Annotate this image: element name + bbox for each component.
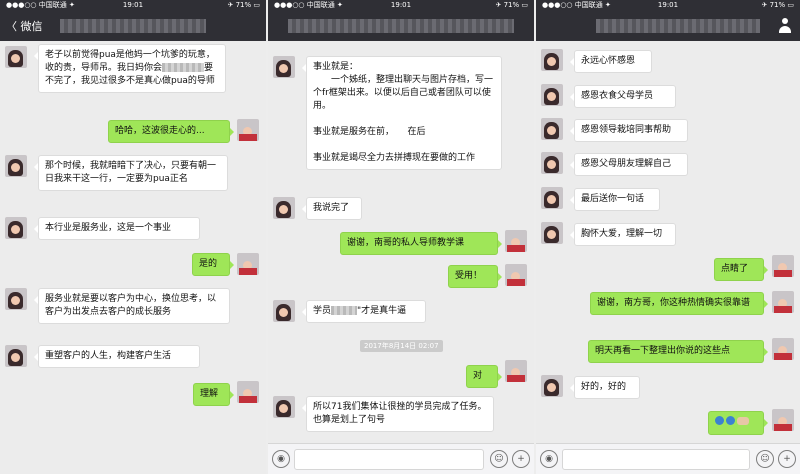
- chat-panel-2: ●●●○○ 中国联通 ✦ 19:01 ✈ 71% ▭ 事业就是： 一个姊纸，整理…: [268, 0, 534, 474]
- message-bubble[interactable]: 服务业就是要以客户为中心，换位思考，以客户为出发点去客户的成长服务: [34, 288, 230, 324]
- battery-label: ✈ 71% ▭: [495, 1, 529, 9]
- avatar[interactable]: [237, 381, 259, 403]
- avatar[interactable]: [5, 217, 27, 239]
- input-bar: ◉ ☺ +: [268, 443, 534, 474]
- avatar[interactable]: [237, 253, 259, 275]
- message-bubble[interactable]: 最后送你一句话: [570, 188, 660, 211]
- voice-icon[interactable]: ◉: [272, 450, 290, 468]
- avatar[interactable]: [505, 264, 527, 286]
- message-bubble[interactable]: 谢谢，南方哥，你这种热情确实很靠谱: [590, 292, 768, 315]
- emoji-message-bubble[interactable]: [708, 411, 768, 435]
- avatar[interactable]: [772, 291, 794, 313]
- message-bubble[interactable]: 感恩领导栽培同事帮助: [570, 119, 688, 142]
- avatar[interactable]: [5, 46, 27, 68]
- message-bubble[interactable]: 感恩衣食父母学员: [570, 85, 676, 108]
- nav-bar: [268, 11, 534, 41]
- message-bubble[interactable]: 重塑客户的人生，构建客户生活: [34, 345, 200, 368]
- redacted-text: [331, 306, 358, 315]
- clock-label: 19:01: [122, 1, 144, 9]
- plus-icon[interactable]: +: [778, 450, 796, 468]
- avatar[interactable]: [541, 222, 563, 244]
- person-icon[interactable]: [778, 18, 792, 34]
- avatar[interactable]: [541, 118, 563, 140]
- blurred-chat-title: [596, 19, 760, 33]
- status-bar: ●●●○○ 中国联通 ✦ 19:01 ✈ 71% ▭: [0, 0, 266, 11]
- avatar[interactable]: [541, 187, 563, 209]
- message-bubble[interactable]: 胸怀大爱，理解一切: [570, 223, 676, 246]
- voice-icon[interactable]: ◉: [540, 450, 558, 468]
- chat-panel-1: ●●●○○ 中国联通 ✦ 19:01 ✈ 71% ▭ 〈 微信 老子以前觉得pu…: [0, 0, 266, 474]
- avatar[interactable]: [237, 119, 259, 141]
- message-bubble[interactable]: 感恩父母朋友理解自己: [570, 153, 688, 176]
- avatar[interactable]: [505, 360, 527, 382]
- message-timestamp: 2017年8月14日 02:07: [360, 340, 443, 352]
- message-bubble[interactable]: 明天再看一下整理出你说的这些点: [588, 340, 768, 363]
- clock-label: 19:01: [390, 1, 412, 9]
- avatar[interactable]: [273, 56, 295, 78]
- back-button[interactable]: 〈 微信: [6, 18, 43, 34]
- message-bubble[interactable]: 学员 "才是真牛逼: [302, 300, 426, 323]
- blurred-chat-title: [288, 19, 514, 33]
- avatar[interactable]: [5, 288, 27, 310]
- avatar[interactable]: [772, 409, 794, 431]
- message-bubble[interactable]: 所以71我们集体让很挫的学员完成了任务。也算是划上了句号: [302, 396, 494, 432]
- message-bubble[interactable]: 老子以前觉得pua是他妈一个坑爹的玩意，收的贵，导师吊。我日妈你会 要不完了，我见…: [34, 44, 226, 93]
- nav-bar: [536, 11, 800, 41]
- chat-screenshot-collage: ●●●○○ 中国联通 ✦ 19:01 ✈ 71% ▭ 〈 微信 老子以前觉得pu…: [0, 0, 800, 474]
- avatar[interactable]: [772, 338, 794, 360]
- message-bubble[interactable]: 哈哈，这波很走心的...: [108, 120, 234, 143]
- redacted-text: [162, 63, 205, 72]
- message-text: 学员: [313, 306, 332, 316]
- message-bubble[interactable]: 受用！: [448, 265, 502, 288]
- smiley-emoji-icon: [726, 416, 735, 425]
- message-bubble[interactable]: 谢谢，南哥的私人导师教学课: [340, 232, 502, 255]
- message-bubble[interactable]: 事业就是： 一个姊纸，整理出聊天与图片存档，写一个fr框架出来。以便以后自己或者…: [302, 56, 502, 170]
- status-bar: ●●●○○ 中国联通 ✦ 19:01 ✈ 71% ▭: [268, 0, 534, 11]
- plus-icon[interactable]: +: [512, 450, 530, 468]
- message-bubble[interactable]: 那个时候，我就暗暗下了决心，只要有朝一日我来干这一行，一定要为pua正名: [34, 155, 228, 191]
- avatar[interactable]: [541, 375, 563, 397]
- message-bubble[interactable]: 理解: [193, 383, 234, 406]
- message-text: "才是真牛逼: [357, 306, 407, 316]
- message-bubble[interactable]: 永远心怀感恩: [570, 50, 652, 73]
- avatar[interactable]: [505, 230, 527, 252]
- message-bubble[interactable]: 本行业是服务业，这是一个事业: [34, 217, 200, 240]
- emoji-icon[interactable]: ☺: [756, 450, 774, 468]
- chat-panel-3: ●●●○○ 中国联通 ✦ 19:01 ✈ 71% ▭ 永远心怀感恩 感恩衣食父母…: [536, 0, 800, 474]
- avatar[interactable]: [273, 300, 295, 322]
- avatar[interactable]: [5, 155, 27, 177]
- battery-label: ✈ 71% ▭: [761, 1, 795, 9]
- message-bubble[interactable]: 是的: [192, 253, 234, 276]
- emoji-icon[interactable]: ☺: [490, 450, 508, 468]
- battery-label: ✈ 71% ▭: [227, 1, 261, 9]
- avatar[interactable]: [541, 84, 563, 106]
- message-bubble[interactable]: 对: [466, 365, 502, 388]
- handshake-emoji-icon: [737, 417, 749, 425]
- input-bar: ◉ ☺ +: [536, 443, 800, 474]
- status-bar: ●●●○○ 中国联通 ✦ 19:01 ✈ 71% ▭: [536, 0, 800, 11]
- clock-label: 19:01: [657, 1, 679, 9]
- message-bubble[interactable]: 我说完了: [302, 197, 362, 220]
- message-input[interactable]: [294, 449, 484, 470]
- message-bubble[interactable]: 好的，好的: [570, 376, 640, 399]
- avatar[interactable]: [273, 396, 295, 418]
- smiley-emoji-icon: [715, 416, 724, 425]
- avatar[interactable]: [273, 197, 295, 219]
- nav-bar: 〈 微信: [0, 11, 266, 41]
- avatar[interactable]: [772, 255, 794, 277]
- avatar[interactable]: [5, 345, 27, 367]
- message-bubble[interactable]: 点睛了: [714, 258, 768, 281]
- message-input[interactable]: [562, 449, 750, 470]
- avatar[interactable]: [541, 49, 563, 71]
- blurred-chat-title: [60, 19, 206, 33]
- avatar[interactable]: [541, 152, 563, 174]
